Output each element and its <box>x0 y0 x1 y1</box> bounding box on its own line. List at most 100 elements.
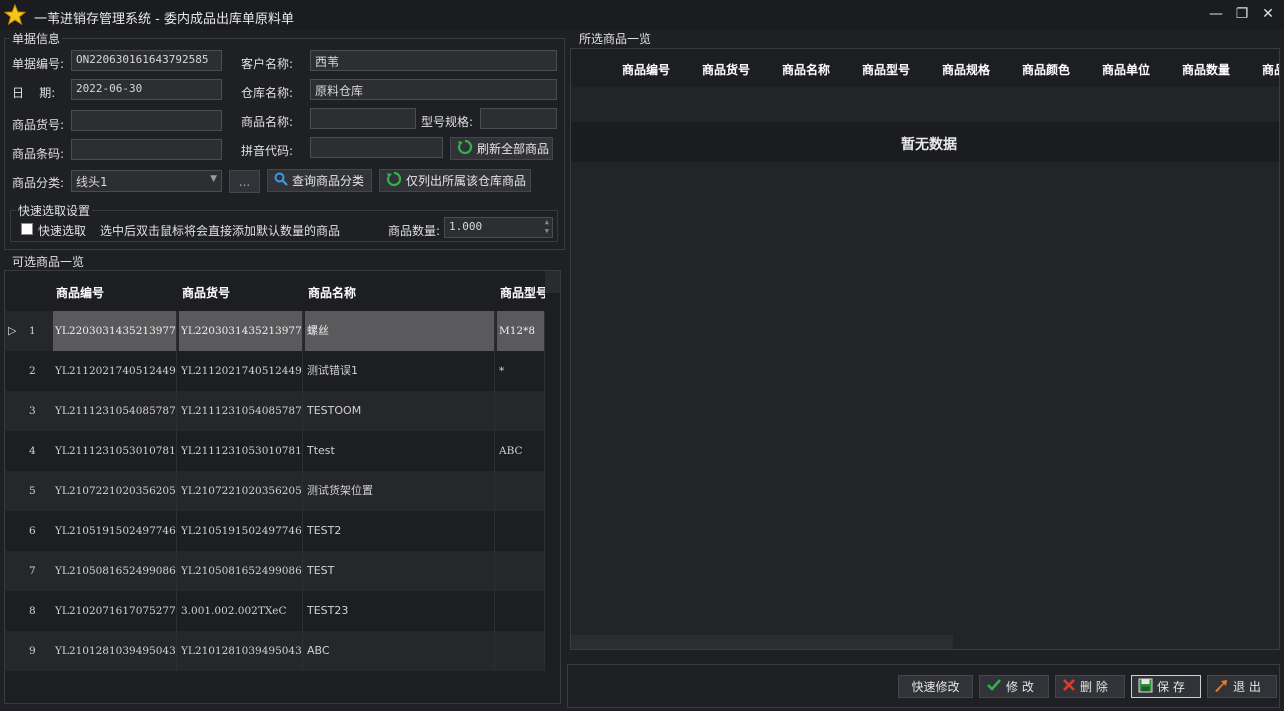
exit-icon <box>1214 678 1229 696</box>
cell-item-no[interactable]: YL210519150249774641 <box>179 511 303 551</box>
cell-item-no[interactable]: YL210508165249908642 <box>179 551 303 591</box>
cell-name[interactable]: 测试货架位置 <box>305 471 495 511</box>
save-button[interactable]: 保 存 <box>1131 675 1201 698</box>
category-select[interactable]: 线头1 ▼ <box>71 170 222 192</box>
table-row[interactable]: 9 YL210128103949504394 YL21012810394950439… <box>5 631 545 671</box>
cell-name[interactable]: ABC <box>305 631 495 671</box>
search-icon <box>274 172 288 189</box>
refresh-icon <box>386 171 402 190</box>
stepper-arrows-icon[interactable]: ▲ ▼ <box>545 218 549 236</box>
empty-text: 暂无数据 <box>901 137 957 153</box>
cell-code[interactable]: YL210519150249774641 <box>53 511 177 551</box>
cell-item-no[interactable]: YL220303143521397786 <box>179 311 303 351</box>
cell-name[interactable]: 测试错误1 <box>305 351 495 391</box>
row-indicator-icon: ▷ <box>8 324 17 337</box>
pinyin-input[interactable] <box>310 137 443 158</box>
exit-button[interactable]: 退 出 <box>1207 675 1277 698</box>
right-col-header[interactable]: 商品规格 <box>942 61 990 78</box>
cell-model[interactable]: ABC <box>497 431 545 471</box>
cell-code[interactable]: YL210722102035620517 <box>53 471 177 511</box>
col-header-name[interactable]: 商品名称 <box>308 284 356 301</box>
right-col-header[interactable]: 商品名称 <box>782 61 830 78</box>
close-button[interactable]: ✕ <box>1258 4 1278 24</box>
doc-no-field[interactable]: ON220630161643792585 <box>71 50 222 71</box>
cell-code[interactable]: YL211123105408578783 <box>53 391 177 431</box>
right-col-header[interactable]: 商品编号 <box>622 61 670 78</box>
cell-name[interactable]: TEST2 <box>305 511 495 551</box>
customer-field[interactable]: 西苇 <box>310 50 557 71</box>
cell-model[interactable] <box>497 471 545 511</box>
warehouse-field[interactable]: 原料仓库 <box>310 79 557 100</box>
cell-code[interactable]: YL211202174051244955 <box>53 351 177 391</box>
model-input[interactable] <box>480 108 557 129</box>
cell-model[interactable] <box>497 591 545 631</box>
cell-code[interactable]: YL211123105301078189 <box>53 431 177 471</box>
minimize-button[interactable]: — <box>1206 4 1226 24</box>
cell-model[interactable] <box>497 511 545 551</box>
cell-name[interactable]: Ttest <box>305 431 495 471</box>
item-code-input[interactable] <box>71 110 222 131</box>
cell-code[interactable]: YL210128103949504394 <box>53 631 177 671</box>
cell-model[interactable]: M12*8 <box>497 311 545 351</box>
warehouse-label: 仓库名称: <box>241 86 294 100</box>
barcode-input[interactable] <box>71 139 222 160</box>
cell-model[interactable] <box>497 391 545 431</box>
cell-name[interactable]: TESTOOM <box>305 391 495 431</box>
cell-code[interactable]: YL220303143521397786 <box>53 311 177 351</box>
col-header-code[interactable]: 商品编号 <box>56 284 104 301</box>
quick-edit-button[interactable]: 快速修改 <box>898 675 973 698</box>
col-header-model[interactable]: 商品型号 <box>500 284 545 301</box>
row-number: 1 <box>29 325 36 337</box>
table-row[interactable]: 4 YL211123105301078189 YL21112310530107818… <box>5 431 545 471</box>
right-col-header[interactable]: 商品 <box>1262 61 1279 78</box>
maximize-button[interactable]: ❐ <box>1232 4 1252 24</box>
cell-model[interactable] <box>497 631 545 671</box>
cell-item-no[interactable]: 3.001.002.002TXeC <box>179 591 303 631</box>
right-col-header[interactable]: 商品单位 <box>1102 61 1150 78</box>
query-category-label: 查询商品分类 <box>292 174 365 188</box>
right-grid-hscroll[interactable] <box>571 635 953 649</box>
cell-item-no[interactable]: YL211202174051244955 <box>179 351 303 391</box>
table-row[interactable]: ▷ 1 YL220303143521397786 YL2203031435213977… <box>5 311 545 351</box>
table-row[interactable]: 5 YL210722102035620517 YL21072210203562051… <box>5 471 545 511</box>
edit-button[interactable]: 修 改 <box>979 675 1049 698</box>
quantity-stepper[interactable]: 1.000 ▲ ▼ <box>444 217 553 238</box>
right-col-header[interactable]: 商品型号 <box>862 61 910 78</box>
cell-name[interactable]: TEST <box>305 551 495 591</box>
cell-item-no[interactable]: YL210722102035620517 <box>179 471 303 511</box>
left-grid-vscroll[interactable] <box>545 271 560 293</box>
quick-select-label: 快速选取 <box>38 224 87 238</box>
cell-item-no[interactable]: YL211123105301078189 <box>179 431 303 471</box>
right-col-header[interactable]: 商品颜色 <box>1022 61 1070 78</box>
query-category-button[interactable]: 查询商品分类 <box>267 169 372 192</box>
right-col-header[interactable]: 商品货号 <box>702 61 750 78</box>
col-header-item-no[interactable]: 商品货号 <box>182 284 230 301</box>
delete-button[interactable]: 删 除 <box>1055 675 1125 698</box>
table-row[interactable]: 6 YL210519150249774641 YL21051915024977464… <box>5 511 545 551</box>
available-items-grid[interactable]: 商品编号 商品货号 商品名称 商品型号 ▷ 1 YL2203031435213977… <box>4 270 561 704</box>
only-warehouse-button[interactable]: 仅列出所属该仓库商品 <box>379 169 531 192</box>
check-icon <box>986 678 1002 695</box>
save-label: 保 存 <box>1157 680 1185 694</box>
selected-items-grid[interactable]: 商品编号 商品货号 商品名称 商品型号 商品规格 商品颜色 商品单位 商品数量 商品 暂无数据 <box>570 48 1280 650</box>
cell-name[interactable]: TEST23 <box>305 591 495 631</box>
item-name-input[interactable] <box>310 108 416 129</box>
table-row[interactable]: 2 YL211202174051244955 YL21120217405124495… <box>5 351 545 391</box>
cell-model[interactable]: * <box>497 351 545 391</box>
right-col-header[interactable]: 商品数量 <box>1182 61 1230 78</box>
table-row[interactable]: 3 YL211123105408578783 YL21112310540857878… <box>5 391 545 431</box>
refresh-all-button[interactable]: 刷新全部商品 <box>450 137 553 160</box>
quick-select-checkbox[interactable] <box>21 223 33 235</box>
more-button[interactable]: ... <box>229 170 260 193</box>
item-code-label: 商品货号: <box>12 118 65 132</box>
table-row[interactable]: 7 YL210508165249908642 YL21050816524990864… <box>5 551 545 591</box>
cell-name[interactable]: 螺丝 <box>305 311 495 351</box>
cell-item-no[interactable]: YL210128103949504394 <box>179 631 303 671</box>
cell-code[interactable]: YL210207161707527744 <box>53 591 177 631</box>
cell-item-no[interactable]: YL211123105408578783 <box>179 391 303 431</box>
pinyin-label: 拼音代码: <box>241 144 294 158</box>
date-field[interactable]: 2022-06-30 <box>71 79 222 100</box>
table-row[interactable]: 8 YL210207161707527744 3.001.002.002TXeC TE… <box>5 591 545 631</box>
cell-code[interactable]: YL210508165249908642 <box>53 551 177 591</box>
cell-model[interactable] <box>497 551 545 591</box>
